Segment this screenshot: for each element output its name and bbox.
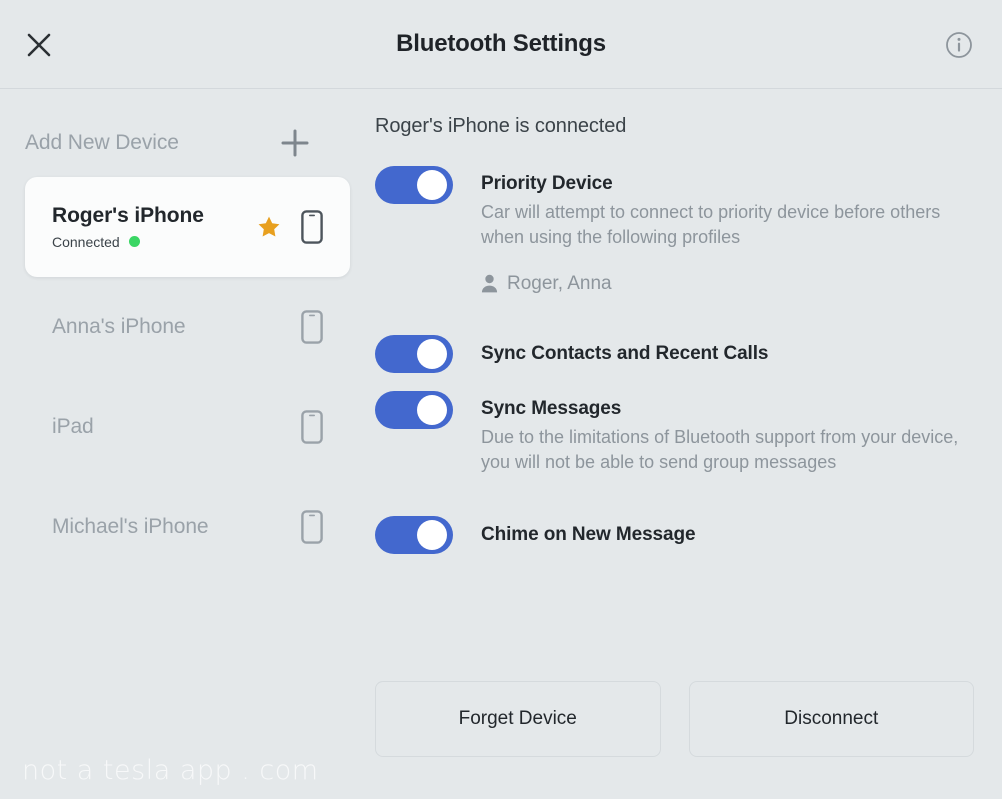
- setting-description: Car will attempt to connect to priority …: [481, 201, 941, 248]
- device-sidebar: Add New Device Roger's iPhone Connected: [0, 89, 375, 799]
- sync-contacts-toggle[interactable]: [375, 334, 453, 373]
- setting-text: Chime on New Message: [481, 523, 974, 547]
- phone-icon: [301, 210, 323, 244]
- toggle-knob: [417, 519, 447, 550]
- setting-title: Sync Contacts and Recent Calls: [481, 342, 769, 364]
- setting-sync-contacts: Sync Contacts and Recent Calls: [375, 334, 974, 373]
- forget-device-button[interactable]: Forget Device: [375, 681, 661, 757]
- priority-device-toggle[interactable]: [375, 166, 453, 204]
- info-button[interactable]: [944, 30, 974, 60]
- toggle-knob: [417, 394, 447, 425]
- setting-description: Due to the limitations of Bluetooth supp…: [481, 426, 959, 473]
- toggle-knob: [417, 170, 447, 200]
- header-bar: Bluetooth Settings: [0, 0, 1002, 89]
- device-text: Anna's iPhone: [52, 314, 186, 339]
- disconnect-button[interactable]: Disconnect: [688, 681, 974, 757]
- page-title: Bluetooth Settings: [396, 30, 606, 57]
- info-icon: [946, 32, 972, 58]
- device-list: Roger's iPhone Connected Anna's iPhone i…: [0, 177, 375, 577]
- device-name: Roger's iPhone: [52, 204, 204, 228]
- device-text: Michael's iPhone: [52, 515, 209, 539]
- device-list-item-michaels-iphone[interactable]: Michael's iPhone: [25, 477, 350, 577]
- toggle-knob: [417, 338, 447, 369]
- device-list-item-rogers-iphone[interactable]: Roger's iPhone Connected: [25, 177, 350, 277]
- device-action-buttons: Forget Device Disconnect: [375, 681, 1002, 757]
- device-status: Connected: [52, 234, 204, 250]
- phone-icon: [301, 310, 323, 344]
- device-name: Anna's iPhone: [52, 314, 186, 338]
- connection-status-heading: Roger's iPhone is connected: [375, 115, 627, 137]
- device-status-label: Connected: [52, 233, 120, 250]
- bluetooth-settings-screen: Bluetooth Settings Add New Device Roger'…: [0, 0, 1002, 799]
- setting-priority-device: Priority Device Car will attempt to conn…: [375, 166, 974, 251]
- setting-chime-new-message: Chime on New Message: [375, 515, 974, 554]
- add-new-device-label: Add New Device: [25, 131, 179, 154]
- connected-status-dot: [128, 236, 140, 248]
- person-icon: [481, 275, 498, 293]
- add-new-device-button[interactable]: Add New Device: [25, 115, 350, 171]
- close-button[interactable]: [22, 28, 56, 62]
- device-list-item-annas-iphone[interactable]: Anna's iPhone: [25, 277, 350, 377]
- close-icon: [27, 33, 51, 57]
- device-list-item-ipad[interactable]: iPad: [25, 377, 350, 477]
- favorite-star-icon[interactable]: [257, 215, 281, 239]
- setting-text: Sync Contacts and Recent Calls: [481, 342, 974, 366]
- setting-text: Sync Messages Due to the limitations of …: [481, 391, 974, 476]
- device-icons: [257, 210, 323, 244]
- phone-icon: [301, 510, 323, 544]
- setting-title: Sync Messages: [481, 397, 622, 419]
- setting-sync-messages: Sync Messages Due to the limitations of …: [375, 390, 974, 476]
- setting-title: Priority Device: [481, 173, 613, 194]
- device-name: Michael's iPhone: [52, 514, 209, 538]
- device-name: iPad: [52, 414, 94, 438]
- device-icons: [301, 310, 323, 344]
- priority-profiles-row[interactable]: Roger, Anna: [375, 273, 974, 295]
- device-text: iPad: [52, 415, 94, 439]
- plus-icon: [280, 128, 310, 158]
- setting-text: Priority Device Car will attempt to conn…: [481, 166, 974, 251]
- device-icons: [301, 510, 323, 544]
- device-text: Roger's iPhone Connected: [52, 204, 204, 249]
- sync-messages-toggle[interactable]: [375, 390, 453, 429]
- priority-profiles-names: Roger, Anna: [507, 272, 612, 294]
- tablet-icon: [301, 410, 323, 444]
- device-icons: [301, 410, 323, 444]
- chime-new-message-toggle[interactable]: [375, 515, 453, 554]
- setting-title: Chime on New Message: [481, 523, 696, 545]
